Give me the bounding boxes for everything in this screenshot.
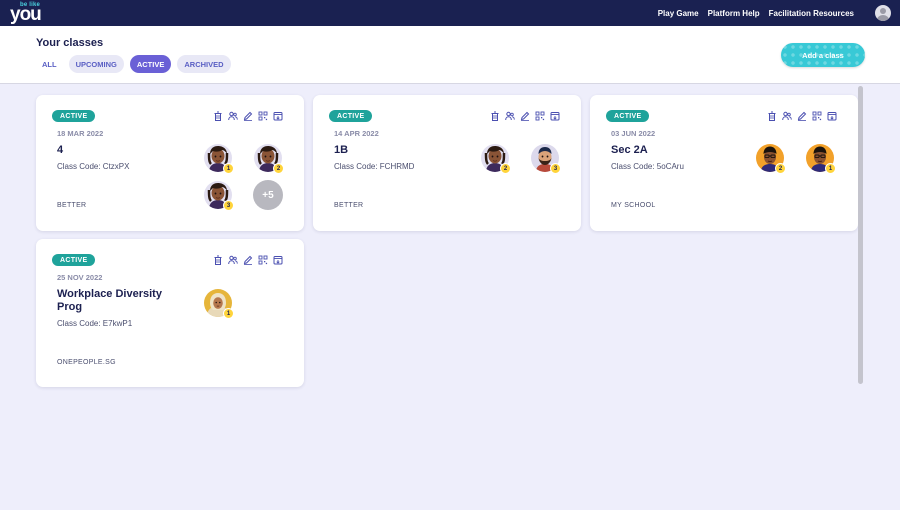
filter-tab-archived[interactable]: ARCHIVED — [177, 55, 231, 73]
student-avatar[interactable]: 3 — [204, 181, 234, 211]
card-actions — [213, 255, 283, 265]
class-name[interactable]: Workplace Diversity Prog — [57, 288, 177, 314]
archive-icon[interactable] — [827, 111, 837, 121]
edit-icon[interactable] — [243, 111, 253, 121]
nav-link-facilitation-resources[interactable]: Facilitation Resources — [769, 9, 854, 18]
status-badge: ACTIVE — [606, 110, 650, 122]
student-avatar[interactable]: 1 — [806, 144, 836, 174]
class-code: Class Code: FCHRMD — [334, 162, 415, 171]
status-badge: ACTIVE — [52, 110, 96, 122]
class-card[interactable]: ACTIVE 18 MAR 2022 4 Class Code: CtzxPX … — [36, 95, 304, 231]
school-name: BETTER — [57, 202, 87, 209]
class-card[interactable]: ACTIVE 14 APR 2022 1B Class Code: FCHRMD… — [313, 95, 581, 231]
classes-header: Your classes ALL UPCOMING ACTIVE ARCHIVE… — [0, 26, 900, 84]
class-date: 18 MAR 2022 — [57, 129, 104, 138]
class-date: 03 JUN 2022 — [611, 129, 656, 138]
edit-icon[interactable] — [243, 255, 253, 265]
user-avatar-body — [877, 15, 889, 21]
rank-badge: 3 — [550, 163, 561, 174]
class-code: Class Code: CtzxPX — [57, 162, 130, 171]
class-date: 25 NOV 2022 — [57, 273, 103, 282]
school-name: MY SCHOOL — [611, 202, 656, 209]
people-icon[interactable] — [228, 255, 238, 265]
trash-icon[interactable] — [490, 111, 500, 121]
nav-link-platform-help[interactable]: Platform Help — [708, 9, 760, 18]
filter-tab-upcoming[interactable]: UPCOMING — [68, 55, 124, 73]
status-badge: ACTIVE — [52, 254, 96, 266]
qr-icon[interactable] — [258, 255, 268, 265]
class-name[interactable]: 4 — [57, 144, 177, 157]
status-badge: ACTIVE — [329, 110, 373, 122]
filter-tab-active[interactable]: ACTIVE — [129, 55, 172, 73]
page-title: Your classes — [36, 37, 104, 49]
student-avatar[interactable]: 2 — [756, 144, 786, 174]
app-logo[interactable]: be like you — [8, 2, 44, 24]
student-avatar[interactable]: 2 — [254, 144, 284, 174]
school-name: ONEPEOPLE.SG — [57, 359, 116, 366]
class-date: 14 APR 2022 — [334, 129, 379, 138]
user-avatar-head — [880, 8, 886, 14]
filter-tab-all[interactable]: ALL — [36, 55, 63, 73]
user-avatar-icon[interactable] — [875, 5, 891, 21]
trash-icon[interactable] — [213, 255, 223, 265]
edit-icon[interactable] — [520, 111, 530, 121]
trash-icon[interactable] — [767, 111, 777, 121]
student-avatar[interactable]: 1 — [204, 144, 234, 174]
rank-badge: 2 — [273, 163, 284, 174]
filter-tabs: ALL UPCOMING ACTIVE ARCHIVED — [36, 55, 231, 73]
card-actions — [767, 111, 837, 121]
student-avatar[interactable]: 3 — [531, 144, 561, 174]
rank-badge: 1 — [825, 163, 836, 174]
card-actions — [490, 111, 560, 121]
class-card[interactable]: ACTIVE 25 NOV 2022 Workplace Diversity P… — [36, 239, 304, 387]
class-name[interactable]: Sec 2A — [611, 144, 731, 157]
people-icon[interactable] — [782, 111, 792, 121]
archive-icon[interactable] — [550, 111, 560, 121]
rank-badge: 1 — [223, 163, 234, 174]
rank-badge: 1 — [223, 308, 234, 319]
student-avatar[interactable]: 1 — [204, 289, 234, 319]
nav-links: Play Game Platform Help Facilitation Res… — [658, 0, 854, 26]
class-code: Class Code: 5oCAru — [611, 162, 684, 171]
logo-wordmark: you — [10, 4, 42, 25]
nav-link-play-game[interactable]: Play Game — [658, 9, 699, 18]
archive-icon[interactable] — [273, 111, 283, 121]
scrollbar[interactable] — [858, 86, 863, 384]
archive-icon[interactable] — [273, 255, 283, 265]
people-icon[interactable] — [228, 111, 238, 121]
more-students-button[interactable]: +5 — [253, 180, 283, 210]
top-navbar: be like you Play Game Platform Help Faci… — [0, 0, 900, 26]
class-code: Class Code: E7kwP1 — [57, 319, 133, 328]
card-actions — [213, 111, 283, 121]
student-avatar[interactable]: 2 — [481, 144, 511, 174]
qr-icon[interactable] — [812, 111, 822, 121]
rank-badge: 2 — [500, 163, 511, 174]
people-icon[interactable] — [505, 111, 515, 121]
add-class-button[interactable]: Add a class — [781, 43, 865, 67]
edit-icon[interactable] — [797, 111, 807, 121]
qr-icon[interactable] — [535, 111, 545, 121]
qr-icon[interactable] — [258, 111, 268, 121]
rank-badge: 2 — [775, 163, 786, 174]
trash-icon[interactable] — [213, 111, 223, 121]
rank-badge: 3 — [223, 200, 234, 211]
class-card[interactable]: ACTIVE 03 JUN 2022 Sec 2A Class Code: 5o… — [590, 95, 858, 231]
class-name[interactable]: 1B — [334, 144, 454, 157]
school-name: BETTER — [334, 202, 364, 209]
